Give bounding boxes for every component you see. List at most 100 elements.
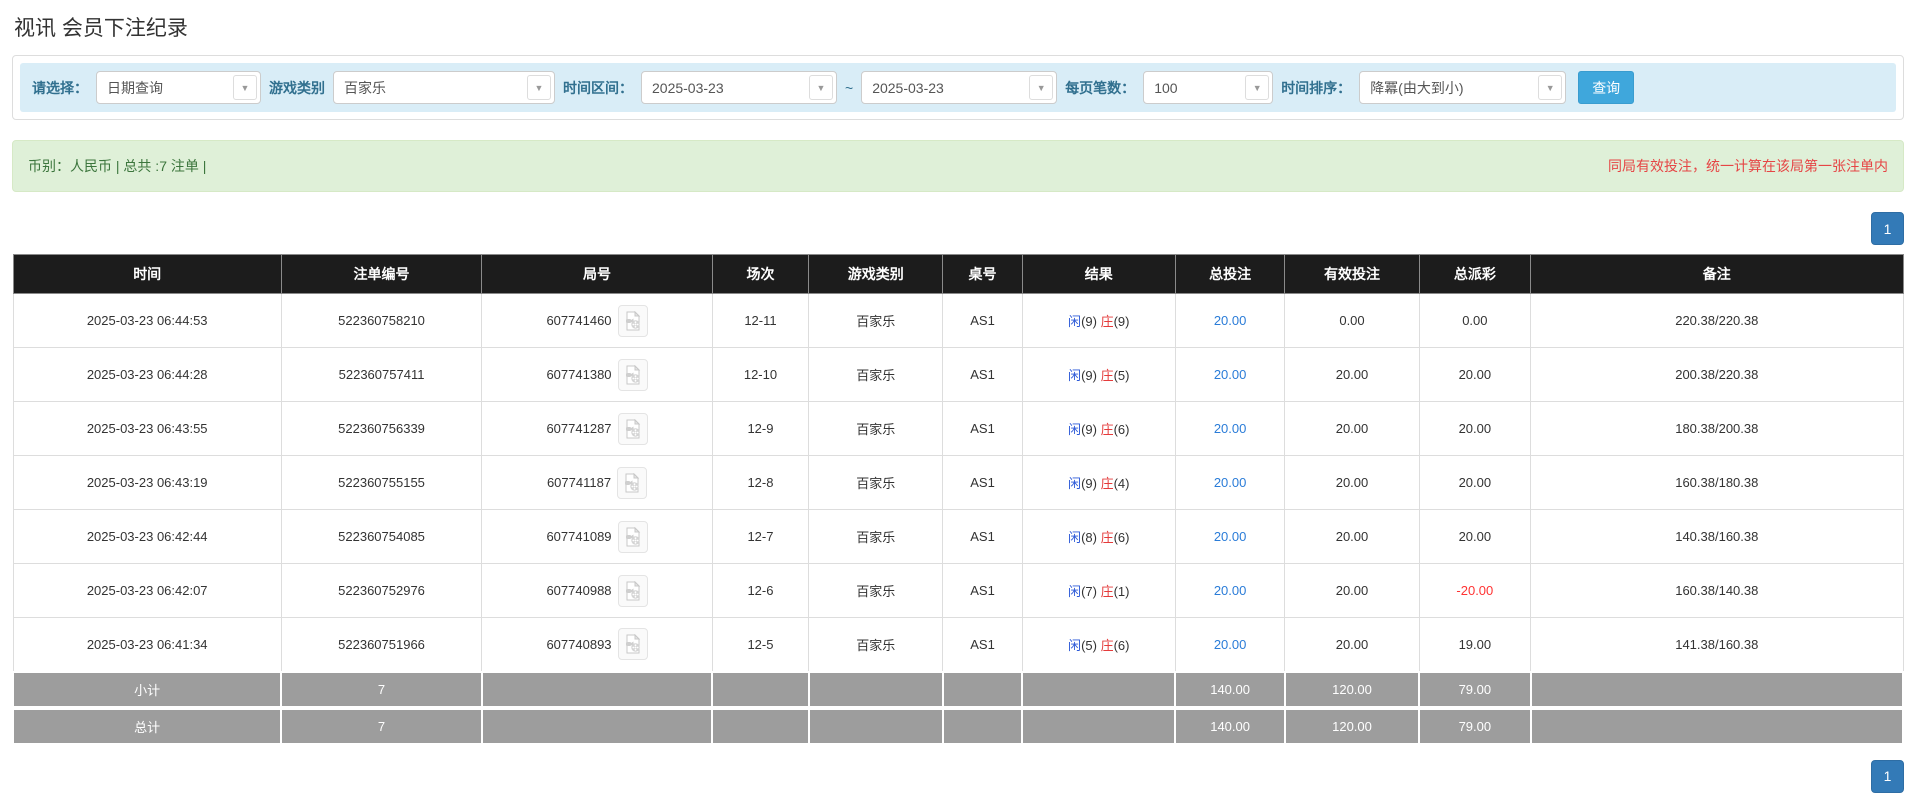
summary-note: 同局有效投注，统一计算在该局第一张注单内 (1608, 158, 1888, 174)
column-header: 总派彩 (1418, 254, 1532, 294)
table-row: 2025-03-23 06:43:55 522360756339 607741287… (12, 401, 1904, 456)
table-row: 2025-03-23 06:44:28 522360757411 607741380… (12, 347, 1904, 402)
cell-payout: 0.00 (1418, 293, 1532, 348)
page-number-button[interactable]: 1 (1871, 212, 1904, 245)
query-type-select[interactable]: 日期查询 ▼ (96, 71, 261, 104)
cell-game-type: 百家乐 (808, 455, 944, 510)
result-banker-score: (9) (1113, 314, 1130, 329)
cell-total-bet: 20.00 (1174, 401, 1286, 456)
result-player-label: 闲 (1068, 422, 1082, 437)
total-row-cell-9: 79.00 (1418, 705, 1532, 745)
result-banker-label: 庄 (1100, 476, 1114, 491)
result-player-score: (9) (1081, 314, 1101, 329)
total-bet-link[interactable]: 20.00 (1214, 313, 1247, 328)
subtotal-row-cell-7: 140.00 (1174, 670, 1286, 709)
column-header: 局号 (481, 254, 713, 294)
cell-bet-number: 522360757411 (280, 347, 483, 402)
cell-total-bet: 20.00 (1174, 509, 1286, 564)
total-bet-link[interactable]: 20.00 (1214, 529, 1247, 544)
cell-note: 160.38/140.38 (1530, 563, 1904, 618)
cell-note: 160.38/180.38 (1530, 455, 1904, 510)
column-header: 注单编号 (280, 254, 483, 294)
chevron-down-icon[interactable]: ▼ (809, 75, 833, 100)
result-banker-score: (6) (1113, 422, 1130, 437)
cell-time: 2025-03-23 06:43:19 (12, 455, 282, 510)
page-number-button[interactable]: 1 (1871, 759, 1904, 793)
total-row-cell-7: 140.00 (1174, 705, 1286, 745)
video-replay-button[interactable] (617, 412, 648, 445)
total-row-cell-1: 7 (280, 705, 483, 745)
cell-note: 141.38/160.38 (1530, 617, 1904, 672)
table-row: 2025-03-23 06:43:19 522360755155 607741187… (12, 455, 1904, 510)
total-bet-link[interactable]: 20.00 (1214, 583, 1247, 598)
cell-table-number: AS1 (942, 509, 1023, 564)
total-bet-link[interactable]: 20.00 (1214, 475, 1247, 490)
cell-total-bet: 20.00 (1174, 563, 1286, 618)
result-player-label: 闲 (1068, 368, 1082, 383)
cell-total-bet: 20.00 (1174, 455, 1286, 510)
cell-table-number: AS1 (942, 401, 1023, 456)
column-header: 结果 (1021, 254, 1176, 294)
video-replay-button[interactable] (617, 628, 648, 661)
pagination-bottom: 1 (12, 759, 1904, 793)
cell-round-number: 607741287 (481, 401, 713, 456)
column-header: 备注 (1530, 254, 1904, 294)
column-header: 总投注 (1174, 254, 1286, 294)
game-type-select[interactable]: 百家乐 ▼ (333, 71, 555, 104)
result-banker-label: 庄 (1100, 422, 1114, 437)
date-to-select[interactable]: 2025-03-23 ▼ (861, 71, 1058, 104)
cell-game-type: 百家乐 (808, 563, 944, 618)
search-button[interactable]: 查询 (1578, 71, 1635, 104)
result-player-score: (9) (1081, 476, 1101, 491)
video-replay-icon (625, 580, 640, 600)
cell-payout: 20.00 (1418, 347, 1532, 402)
round-number: 607741287 (546, 421, 612, 436)
time-range-label: 时间区间： (563, 79, 633, 96)
cell-table-number: AS1 (942, 293, 1023, 348)
column-header: 场次 (711, 254, 810, 294)
result-player-label: 闲 (1068, 584, 1082, 599)
cell-valid-bet: 20.00 (1284, 347, 1420, 402)
subtotal-row-cell-1: 7 (280, 670, 483, 709)
date-from-select[interactable]: 2025-03-23 ▼ (641, 71, 837, 104)
cell-game-type: 百家乐 (808, 509, 944, 564)
chevron-down-icon[interactable]: ▼ (1029, 75, 1054, 100)
page-title: 视讯 会员下注纪录 (14, 17, 188, 40)
video-replay-button[interactable] (617, 466, 648, 499)
total-row-cell-5 (941, 705, 1024, 745)
total-row-cell-10 (1529, 705, 1905, 745)
cell-game-type: 百家乐 (808, 401, 944, 456)
chevron-down-icon[interactable]: ▼ (527, 75, 551, 100)
cell-payout: 19.00 (1418, 617, 1532, 672)
per-page-select[interactable]: 100 ▼ (1143, 71, 1274, 104)
round-number: 607741380 (546, 367, 612, 382)
cell-valid-bet: 20.00 (1284, 509, 1420, 564)
cell-payout: 20.00 (1418, 509, 1532, 564)
column-header: 游戏类别 (808, 254, 944, 294)
pagination-top: 1 (12, 212, 1904, 245)
chevron-down-icon[interactable]: ▼ (1245, 75, 1270, 100)
round-number-wrap: 607741089 (546, 520, 648, 553)
cell-session: 12-9 (711, 401, 810, 456)
cell-result: 闲(9) 庄(5) (1021, 347, 1176, 402)
video-replay-button[interactable] (617, 304, 648, 337)
chevron-down-icon[interactable]: ▼ (233, 75, 257, 100)
cell-table-number: AS1 (942, 347, 1023, 402)
video-replay-button[interactable] (617, 574, 648, 607)
subtotal-row-cell-4 (807, 670, 944, 709)
video-replay-button[interactable] (617, 358, 648, 391)
sort-order-select[interactable]: 降冪(由大到小) ▼ (1359, 71, 1567, 104)
result-player-label: 闲 (1068, 476, 1082, 491)
total-bet-link[interactable]: 20.00 (1214, 421, 1247, 436)
chevron-down-icon[interactable]: ▼ (1538, 75, 1563, 100)
cell-session: 12-10 (711, 347, 810, 402)
video-replay-button[interactable] (617, 520, 648, 553)
summary-bar: 币别：人民币 | 总共 :7 注单 | 同局有效投注，统一计算在该局第一张注单内 (12, 140, 1904, 192)
total-bet-link[interactable]: 20.00 (1214, 367, 1247, 382)
result-banker-label: 庄 (1100, 314, 1114, 329)
cell-time: 2025-03-23 06:43:55 (12, 401, 282, 456)
total-bet-link[interactable]: 20.00 (1214, 637, 1247, 652)
cell-table-number: AS1 (942, 455, 1023, 510)
per-page-value: 100 (1154, 79, 1178, 96)
cell-result: 闲(5) 庄(6) (1021, 617, 1176, 672)
